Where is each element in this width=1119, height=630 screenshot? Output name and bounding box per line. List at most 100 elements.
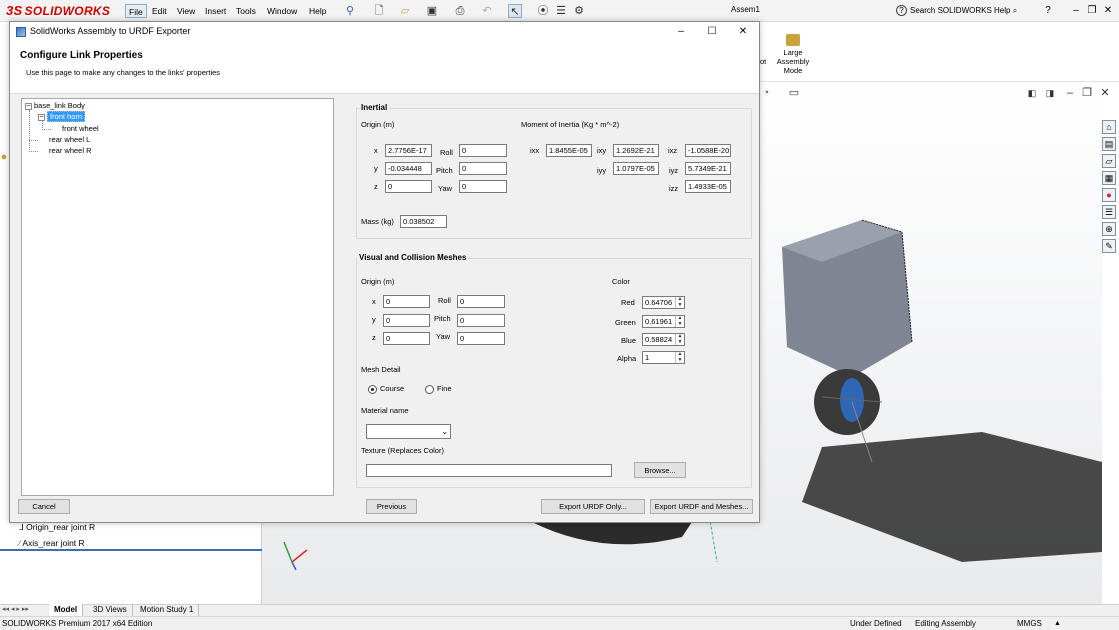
minimize-app-icon[interactable]: – xyxy=(1069,4,1083,18)
save-icon[interactable]: ▣ xyxy=(425,4,439,18)
export-urdf-only-button[interactable]: Export URDF Only... xyxy=(541,499,645,514)
select-arrow-icon[interactable]: ↖ xyxy=(508,4,522,18)
close-doc-icon[interactable]: ✕ xyxy=(1098,86,1112,100)
menu-edit[interactable]: Edit xyxy=(149,4,170,18)
ixz-input[interactable]: -1.0588E-20 xyxy=(685,144,731,157)
tab-model[interactable]: Model xyxy=(49,604,84,616)
display-style-icon[interactable]: ▭ xyxy=(787,86,801,100)
help-dropdown-icon[interactable]: ? xyxy=(1041,4,1055,18)
menu-insert[interactable]: Insert xyxy=(202,4,229,18)
custom-properties-icon[interactable]: ☰ xyxy=(1102,205,1116,219)
collapse-icon[interactable]: − xyxy=(25,102,32,110)
tree-node-rear-wheel-r[interactable]: rear wheel R xyxy=(49,146,92,156)
search-icon[interactable]: ⌕ xyxy=(1013,6,1017,15)
menu-tools[interactable]: Tools xyxy=(233,4,259,18)
menu-file[interactable]: File xyxy=(125,4,147,18)
dialog-maximize-icon[interactable]: ☐ xyxy=(697,24,727,40)
menu-view[interactable]: View xyxy=(174,4,198,18)
units-up-icon[interactable]: ▲ xyxy=(1054,617,1061,630)
alpha-spin-arrows[interactable]: ▲ ▼ xyxy=(675,351,684,363)
blue-spinner[interactable]: 0.58824 ▲ ▼ xyxy=(642,333,685,346)
visual-pitch-input[interactable]: 0 xyxy=(457,314,505,327)
browse-button[interactable]: Browse... xyxy=(634,462,686,478)
ixy-input[interactable]: 1.2692E-21 xyxy=(613,144,659,157)
izz-input[interactable]: 1.4933E-05 xyxy=(685,180,731,193)
mesh-course-radio[interactable]: Course xyxy=(368,384,404,394)
red-spinner[interactable]: 0.64706 ▲ ▼ xyxy=(642,296,685,309)
iyz-input[interactable]: 5.7349E-21 xyxy=(685,162,731,175)
solidworks-forum-icon[interactable]: ⊕ xyxy=(1102,222,1116,236)
tile-right-icon[interactable]: ◨ xyxy=(1043,86,1057,100)
visual-z-input[interactable]: 0 xyxy=(383,332,430,345)
dialog-minimize-icon[interactable]: – xyxy=(666,24,696,40)
ixx-input[interactable]: 1.8455E-05 xyxy=(546,144,592,157)
inertial-yaw-label: Yaw xyxy=(438,184,453,193)
inertial-roll-input[interactable]: 0 xyxy=(459,144,507,157)
red-spin-arrows[interactable]: ▲ ▼ xyxy=(675,296,684,308)
mesh-fine-radio[interactable]: Fine xyxy=(425,384,452,394)
solidworks-logo[interactable]: 3S SOLIDWORKS xyxy=(6,3,110,19)
restore-app-icon[interactable]: ❐ xyxy=(1085,4,1099,18)
green-spin-arrows[interactable]: ▲ ▼ xyxy=(675,315,684,327)
menu-window[interactable]: Window xyxy=(264,4,300,18)
link-tree[interactable]: − base_link Body − front horn front wheel … xyxy=(21,98,334,496)
green-spinner[interactable]: 0.61961 ▲ ▼ xyxy=(642,315,685,328)
minimize-doc-icon[interactable]: – xyxy=(1063,86,1077,100)
restore-doc-icon[interactable]: ❐ xyxy=(1080,86,1094,100)
visual-x-input[interactable]: 0 xyxy=(383,295,430,308)
cancel-button[interactable]: Cancel xyxy=(18,499,70,514)
tree-node-base-link[interactable]: − base_link Body xyxy=(25,101,85,111)
design-library-icon[interactable]: ▤ xyxy=(1102,137,1116,151)
menu-help[interactable]: Help xyxy=(306,4,329,18)
tab-3d-views[interactable]: 3D Views xyxy=(88,604,133,616)
tree-node-front-horn[interactable]: − front horn xyxy=(38,111,86,122)
visual-roll-input[interactable]: 0 xyxy=(457,295,505,308)
status-units[interactable]: MMGS xyxy=(1017,617,1042,630)
previous-button[interactable]: Previous xyxy=(366,499,417,514)
tile-left-icon[interactable]: ◧ xyxy=(1025,86,1039,100)
options-gear-icon[interactable]: ⚙ xyxy=(572,4,586,18)
alpha-spinner[interactable]: 1 ▲ ▼ xyxy=(642,351,685,364)
file-explorer-icon[interactable]: ▱ xyxy=(1102,154,1116,168)
iyy-input[interactable]: 1.0797E-05 xyxy=(613,162,659,175)
tab-scroll-arrows[interactable]: ◂◂ ◂ ▸ ▸▸ xyxy=(2,605,46,615)
dialog-close-icon[interactable]: ✕ xyxy=(728,24,758,40)
visual-yaw-input[interactable]: 0 xyxy=(457,332,505,345)
texture-input[interactable] xyxy=(366,464,612,477)
chevron-down-icon[interactable]: ⌄ xyxy=(441,426,448,437)
solidworks-resources-icon[interactable]: ⌂ xyxy=(1102,120,1116,134)
new-document-icon[interactable]: 🗋 xyxy=(372,4,386,18)
tree-node-rear-wheel-l[interactable]: rear wheel L xyxy=(49,135,90,145)
tree-item-axis-rear-joint[interactable]: ⁄ Axis_rear joint R xyxy=(19,538,85,548)
undo-icon[interactable]: ↶ xyxy=(480,4,494,18)
document-title: Assem1 xyxy=(731,5,760,14)
help-search[interactable]: ? Search SOLIDWORKS Help ⌕ xyxy=(896,3,1036,19)
appearances-icon[interactable]: ● xyxy=(1102,188,1116,202)
radio-selected-icon[interactable] xyxy=(368,384,377,394)
tab-motion-study[interactable]: Motion Study 1 xyxy=(135,604,200,616)
open-folder-icon[interactable]: ▱ xyxy=(398,4,412,18)
tree-item-origin-rear-joint[interactable]: ⅃ Origin_rear joint R xyxy=(19,522,95,533)
pin-icon[interactable]: ⚲ xyxy=(343,4,357,18)
mass-input[interactable]: 0.038502 xyxy=(400,215,447,228)
large-assembly-mode-button[interactable]: Large Assembly Mode xyxy=(776,34,810,75)
traffic-light-icon[interactable]: ⦿ xyxy=(536,4,550,18)
close-app-icon[interactable]: ✕ xyxy=(1101,4,1115,18)
view-palette-icon[interactable]: ▦ xyxy=(1102,171,1116,185)
inertial-x-input[interactable]: 2.7756E-17 xyxy=(385,144,432,157)
blue-spin-arrows[interactable]: ▲ ▼ xyxy=(675,333,684,345)
radio-unselected-icon[interactable] xyxy=(425,384,434,394)
inertial-z-input[interactable]: 0 xyxy=(385,180,432,193)
collapse-icon[interactable]: − xyxy=(38,113,45,121)
inertial-pitch-input[interactable]: 0 xyxy=(459,162,507,175)
material-name-select[interactable]: ⌄ xyxy=(366,424,451,439)
inertial-yaw-input[interactable]: 0 xyxy=(459,180,507,193)
comments-icon[interactable]: ✎ xyxy=(1102,239,1116,253)
export-urdf-and-meshes-button[interactable]: Export URDF and Meshes... xyxy=(650,499,753,514)
print-icon[interactable]: ⎙ xyxy=(453,4,467,18)
visual-y-input[interactable]: 0 xyxy=(383,314,430,327)
inertial-y-input[interactable]: -0.034448 xyxy=(385,162,432,175)
view-orientation-icon[interactable]: ◔ xyxy=(759,86,773,100)
file-properties-icon[interactable]: ☰ xyxy=(554,4,568,18)
tree-node-front-wheel[interactable]: front wheel xyxy=(62,124,99,134)
